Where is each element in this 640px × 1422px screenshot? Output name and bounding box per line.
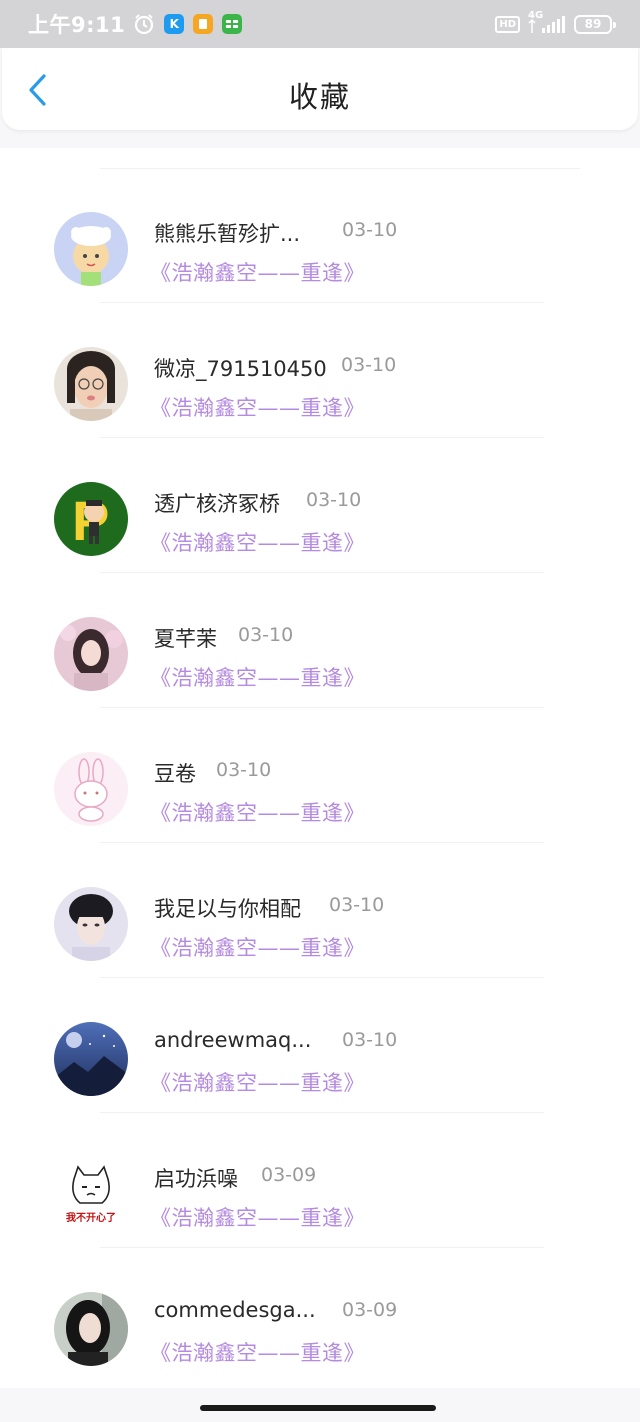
hd-voice-icon: HD — [495, 15, 520, 33]
list-item[interactable]: 豆卷 03-10 《浩瀚鑫空——重逢》 — [0, 708, 640, 843]
favorite-date: 03-10 — [306, 489, 362, 511]
battery-level: 89 — [584, 17, 602, 31]
favorite-date: 03-10 — [342, 219, 398, 241]
work-title-link[interactable]: 《浩瀚鑫空——重逢》 — [150, 392, 365, 422]
work-title-link[interactable]: 《浩瀚鑫空——重逢》 — [150, 932, 365, 962]
user-name: 夏芊茉 — [154, 627, 217, 651]
navigation-header: 收藏 — [2, 48, 638, 130]
work-title-link[interactable]: 《浩瀚鑫空——重逢》 — [150, 527, 365, 557]
user-name: commedesga... — [154, 1298, 316, 1322]
favorite-date: 03-09 — [261, 1164, 317, 1186]
boy-photo-avatar[interactable] — [54, 887, 128, 961]
home-indicator[interactable] — [200, 1405, 436, 1411]
bunny-sketch-avatar[interactable] — [54, 752, 128, 826]
user-name: 微凉_791510450 — [154, 357, 327, 381]
avatar-caption: 我不开心了 — [66, 1211, 116, 1224]
pink-girl-avatar[interactable] — [54, 617, 128, 691]
favorite-date: 03-10 — [238, 624, 294, 646]
favorite-date: 03-10 — [342, 1029, 398, 1051]
page-title: 收藏 — [288, 80, 351, 114]
status-bar: 上午9:11 K HD 4G 89 — [0, 0, 640, 48]
list-item[interactable]: 我足以与你相配 03-10 《浩瀚鑫空——重逢》 — [0, 843, 640, 978]
list-item[interactable]: 我不开心了 启功浜噪 03-09 《浩瀚鑫空——重逢》 — [0, 1113, 640, 1248]
list-item[interactable]: commedesga... 03-09 《浩瀚鑫空——重逢》 — [0, 1248, 640, 1383]
status-time: 上午9:11 — [28, 13, 126, 37]
unhappy-cat-avatar[interactable]: 我不开心了 — [54, 1157, 128, 1231]
work-title-link[interactable]: 《浩瀚鑫空——重逢》 — [150, 1202, 365, 1232]
list-item[interactable]: andreewmaq... 03-10 《浩瀚鑫空——重逢》 — [0, 978, 640, 1113]
green-app-icon — [222, 14, 243, 34]
work-title-link[interactable]: 《浩瀚鑫空——重逢》 — [150, 662, 365, 692]
list-item[interactable]: P 透广核济冢桥 03-10 《浩瀚鑫空——重逢》 — [0, 438, 640, 573]
kugou-app-icon: K — [164, 14, 185, 34]
dark-hair-girl-avatar[interactable] — [54, 1292, 128, 1366]
work-title-link[interactable]: 《浩瀚鑫空——重逢》 — [150, 257, 365, 287]
list-item[interactable]: 微凉_791510450 03-10 《浩瀚鑫空——重逢》 — [0, 303, 640, 438]
alarm-clock-icon — [135, 14, 154, 35]
favorites-list[interactable]: 熊熊乐暂殄扩... 03-10 《浩瀚鑫空——重逢》 微凉_791510450 … — [0, 148, 640, 1388]
list-item[interactable]: 熊熊乐暂殄扩... 03-10 《浩瀚鑫空——重逢》 — [0, 168, 640, 303]
battery-icon: 89 — [574, 14, 616, 34]
user-name: 透广核济冢桥 — [154, 492, 280, 516]
favorite-date: 03-10 — [341, 354, 397, 376]
favorite-date: 03-09 — [342, 1299, 398, 1321]
night-sky-avatar[interactable] — [54, 1022, 128, 1096]
user-name: 启功浜噪 — [154, 1167, 238, 1191]
user-name: andreewmaq... — [154, 1028, 312, 1052]
signal-strength-icon: 4G — [528, 10, 566, 35]
favorite-date: 03-10 — [216, 759, 272, 781]
note-app-icon — [193, 14, 214, 34]
user-name: 熊熊乐暂殄扩... — [154, 222, 301, 246]
favorite-date: 03-10 — [329, 894, 385, 916]
network-type: 4G — [528, 10, 544, 21]
letter-p-avatar[interactable]: P — [54, 482, 128, 556]
girl-photo-avatar[interactable] — [54, 347, 128, 421]
user-name: 豆卷 — [154, 762, 196, 786]
work-title-link[interactable]: 《浩瀚鑫空——重逢》 — [150, 797, 365, 827]
work-title-link[interactable]: 《浩瀚鑫空——重逢》 — [150, 1337, 365, 1367]
list-item[interactable]: 夏芊茉 03-10 《浩瀚鑫空——重逢》 — [0, 573, 640, 708]
user-name: 我足以与你相配 — [154, 897, 301, 921]
cartoon-cow-avatar[interactable] — [54, 212, 128, 286]
work-title-link[interactable]: 《浩瀚鑫空——重逢》 — [150, 1067, 365, 1097]
